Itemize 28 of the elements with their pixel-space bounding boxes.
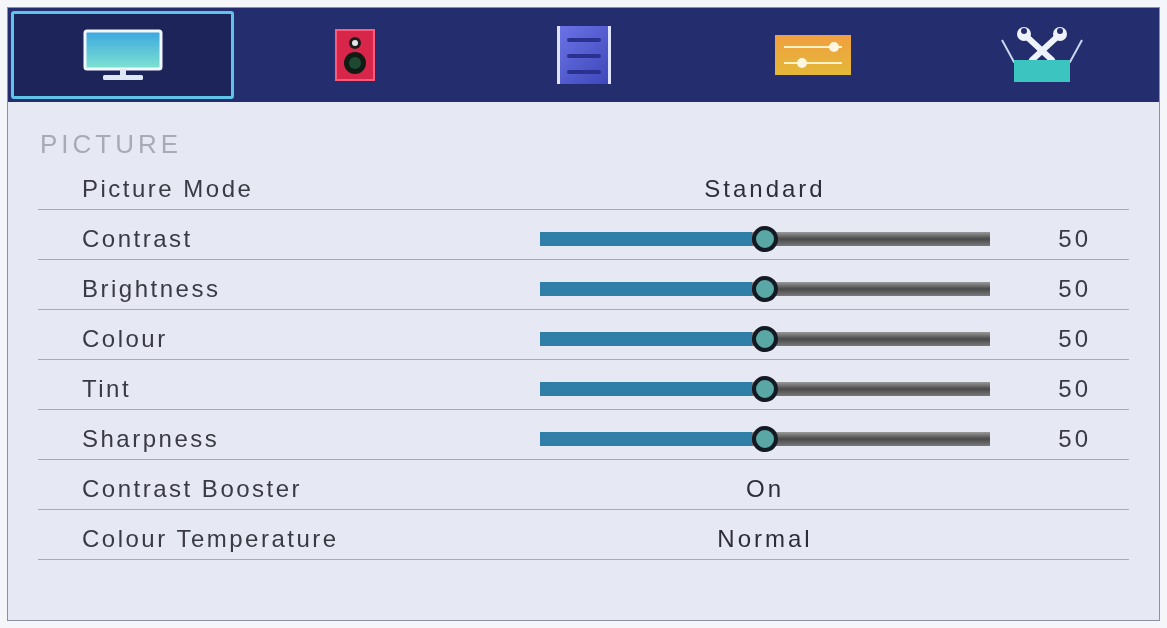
slider-thumb[interactable]	[752, 425, 778, 452]
slider-thumb[interactable]	[752, 375, 778, 402]
setting-label: Brightness	[82, 274, 221, 302]
section-title: PICTURE	[40, 127, 183, 161]
setting-label: Colour Temperature	[82, 524, 339, 552]
slider-thumb[interactable]	[752, 275, 778, 302]
setting-label: Colour	[82, 324, 168, 352]
setting-value: Normal	[717, 523, 813, 554]
setting-label: Sharpness	[82, 424, 220, 452]
setting-reading: 50	[1058, 423, 1091, 454]
setting-reading: 50	[1058, 373, 1091, 404]
setting-value: On	[746, 473, 784, 504]
drawers-icon	[554, 24, 613, 86]
setting-reading: 50	[1058, 273, 1091, 304]
setting-label: Contrast Booster	[82, 474, 303, 502]
category-tab[interactable]	[11, 11, 234, 99]
monitor-icon	[82, 29, 163, 81]
sliders-icon	[773, 34, 852, 76]
slider-thumb[interactable]	[752, 225, 778, 252]
setting-label: Picture Mode	[82, 174, 254, 202]
toolbox-icon	[999, 26, 1084, 84]
setting-label: Contrast	[82, 224, 193, 252]
setting-reading: 50	[1058, 223, 1091, 254]
setting-value: Standard	[704, 173, 826, 204]
setting-label: Tint	[82, 374, 132, 402]
speaker-icon	[334, 29, 375, 81]
slider-thumb[interactable]	[752, 325, 778, 352]
setting-reading: 50	[1058, 323, 1091, 354]
